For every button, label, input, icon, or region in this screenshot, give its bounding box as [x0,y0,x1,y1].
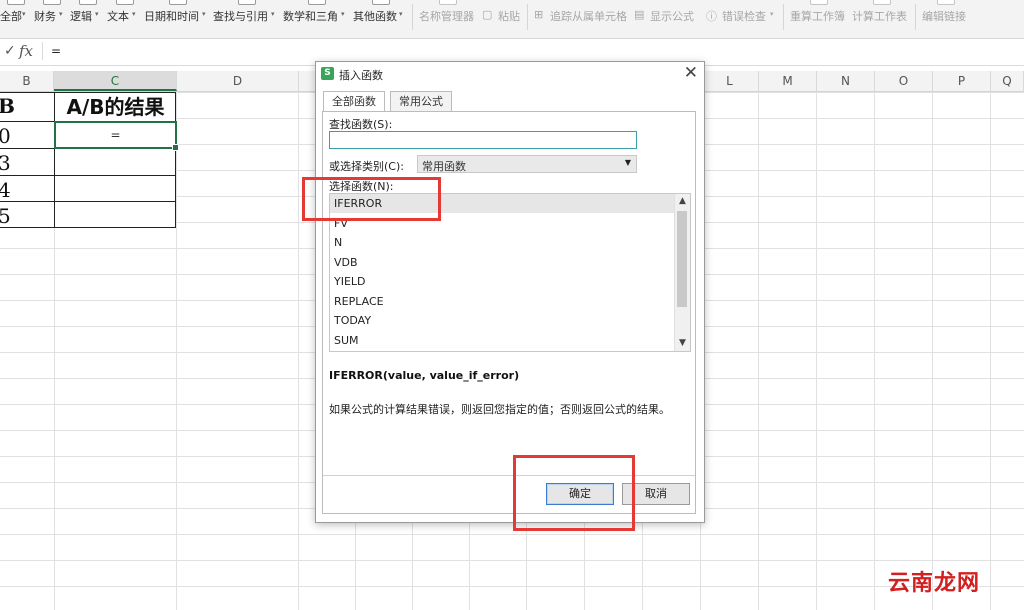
list-item-sum[interactable]: SUM [330,331,676,350]
ribbon-paste[interactable]: ▢ 粘贴 [482,0,522,38]
function-description: 如果公式的计算结果错误，则返回您指定的值；否则返回公式的结果。 [329,403,670,416]
column-header-m[interactable]: M [759,71,817,91]
finance-icon [43,0,61,5]
active-cell-c2[interactable]: = [54,121,179,151]
ribbon-separator [915,4,916,30]
column-header-n[interactable]: N [817,71,875,91]
ribbon-text[interactable]: 文本 ▾ [107,0,141,38]
highlight-box-ok-button [513,455,635,531]
name-manager-icon [439,0,457,5]
ribbon-error-check[interactable]: ⓘ 错误检查 ▾ [706,0,778,38]
column-header-c[interactable]: C [54,71,177,91]
trace-dependents-icon: ⊞ [534,8,544,21]
list-item-today[interactable]: TODAY [330,311,676,330]
ribbon-date-time[interactable]: 日期和时间 ▾ [144,0,210,38]
ribbon-toolbar: 全部 ▾ 财务 ▾ 逻辑 ▾ 文本 ▾ 日期和时间 ▾ 查找与引用 ▾ 数学和三角 ▾ 其他函… [0,0,1024,39]
function-signature: IFERROR(value, value_if_error) [329,369,520,382]
column-header-l[interactable]: L [701,71,759,91]
active-cell-value: = [110,128,121,142]
watermark-text: 云南龙网 [888,571,981,596]
ribbon-recalc-workbook[interactable]: 重算工作簿 [790,0,846,38]
column-header-b[interactable]: B [0,71,54,91]
formula-input[interactable]: = [42,42,1021,60]
cell-b-header[interactable]: B [0,94,15,118]
ribbon-separator [412,4,413,30]
ribbon-separator [783,4,784,30]
insert-function-fx-icon[interactable]: fx [19,42,33,60]
list-item-replace[interactable]: REPLACE [330,292,676,311]
calendar-icon [169,0,187,5]
list-item-n[interactable]: N [330,233,676,252]
paste-icon: ▢ [482,8,493,21]
column-header-q[interactable]: Q [991,71,1024,91]
formula-text: = [51,44,62,58]
search-input[interactable] [329,131,637,149]
ribbon-name-manager[interactable]: 名称管理器 [419,0,475,38]
confirm-check-icon[interactable]: ✓ [4,43,16,59]
cell-b-row3[interactable]: 3 [0,151,11,175]
recalc-icon [810,0,828,5]
logic-icon [79,0,97,5]
scroll-down-icon[interactable]: ▼ [675,336,690,351]
search-label: 查找函数(S): [329,118,393,131]
link-icon [937,0,955,5]
text-icon [116,0,134,5]
fill-handle[interactable] [172,144,179,151]
insert-function-dialog: S 插入函数 ✕ 全部函数 常用公式 查找函数(S): 或选择类别(C): 常用… [315,61,705,523]
ribbon-calc-sheet[interactable]: 计算工作表 [852,0,910,38]
list-item-yield[interactable]: YIELD [330,272,676,291]
ribbon-other-functions[interactable]: 其他函数 ▾ [353,0,407,38]
ribbon-lookup[interactable]: 查找与引用 ▾ [213,0,279,38]
cell-b-row2[interactable]: 0 [0,124,11,148]
column-header-p[interactable]: P [933,71,991,91]
ribbon-logic[interactable]: 逻辑 ▾ [70,0,104,38]
lookup-icon [238,0,256,5]
math-icon [308,0,326,5]
scroll-thumb[interactable] [677,211,687,307]
ribbon-edit-links[interactable]: 编辑链接 [922,0,968,38]
chevron-down-icon: ▼ [624,158,631,167]
column-header-d[interactable]: D [177,71,299,91]
divider [323,475,695,476]
ribbon-show-formulas[interactable]: ▤ 显示公式 [634,0,698,38]
list-item-vdb[interactable]: VDB [330,253,676,272]
scroll-up-icon[interactable]: ▲ [675,194,690,209]
category-value: 常用函数 [422,160,466,173]
dialog-titlebar[interactable]: S 插入函数 ✕ [316,62,704,86]
category-select[interactable]: 常用函数 ▼ [417,155,637,173]
ribbon-trace-dependents[interactable]: ⊞ 追踪从属单元格 [534,0,630,38]
ribbon-separator [527,4,528,30]
more-functions-icon [372,0,390,5]
cell-b-row5[interactable]: 5 [0,204,11,228]
ribbon-all-functions[interactable]: 全部 ▾ [0,0,30,38]
highlight-box-function-list [302,177,441,221]
calc-sheet-icon [873,0,891,5]
dialog-panel: 查找函数(S): 或选择类别(C): 常用函数 ▼ 选择函数(N): IFERR… [322,111,696,514]
ribbon-finance[interactable]: 财务 ▾ [34,0,68,38]
column-header-o[interactable]: O [875,71,933,91]
function-category-icon [7,0,25,5]
ribbon-math[interactable]: 数学和三角 ▾ [283,0,349,38]
category-label: 或选择类别(C): [329,160,404,173]
show-formulas-icon: ▤ [634,8,645,21]
dialog-title: 插入函数 [339,69,383,82]
close-icon[interactable]: ✕ [684,63,698,83]
function-list-scrollbar[interactable]: ▲ ▼ [674,194,690,351]
tab-common-formulas[interactable]: 常用公式 [390,91,452,112]
wps-logo-icon: S [321,67,334,80]
cell-c-header[interactable]: A/B的结果 [55,92,176,122]
error-check-icon: ⓘ [706,10,717,23]
tab-all-functions[interactable]: 全部函数 [323,91,385,113]
cell-b-row4[interactable]: 4 [0,178,11,202]
